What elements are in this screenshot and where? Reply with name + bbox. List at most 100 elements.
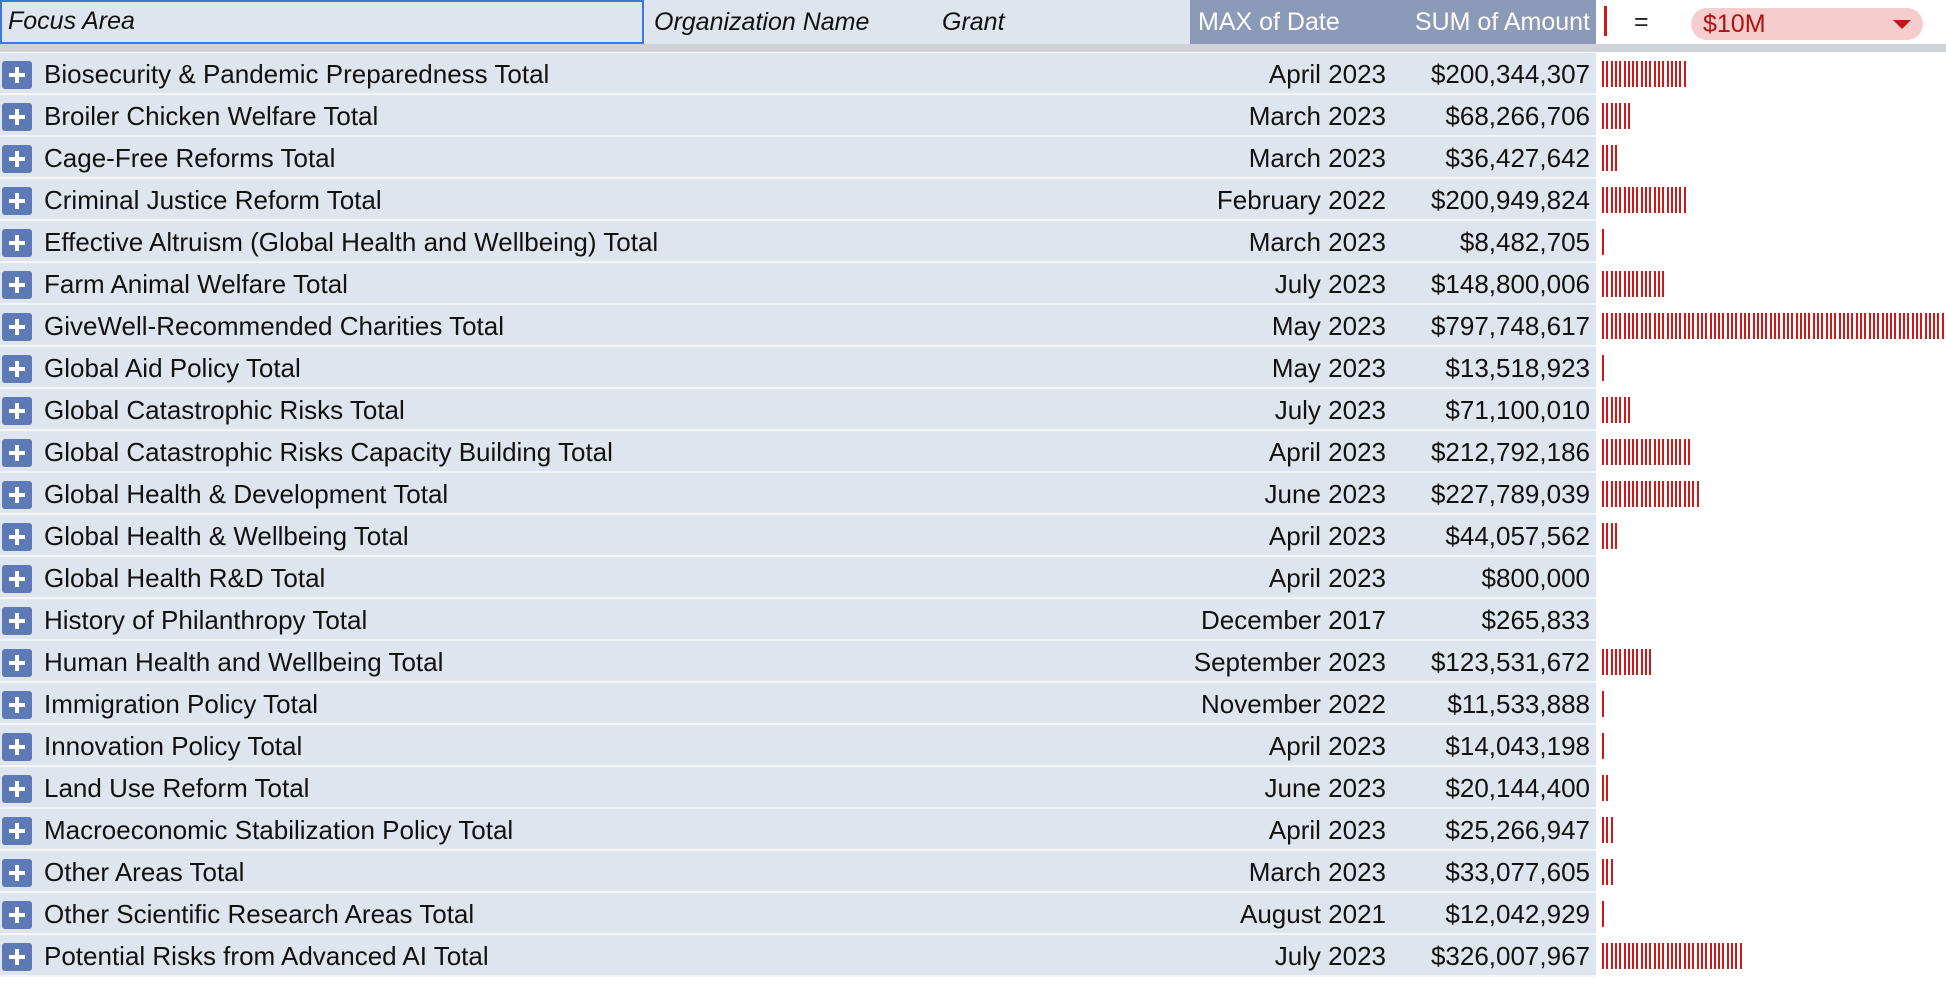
- focus-area-label[interactable]: Farm Animal Welfare Total: [44, 263, 348, 305]
- expand-plus-icon[interactable]: [2, 313, 32, 341]
- sum-amount-cell[interactable]: $14,043,198: [1390, 725, 1590, 767]
- expand-plus-icon[interactable]: [2, 145, 32, 173]
- sum-amount-cell[interactable]: $71,100,010: [1390, 389, 1590, 431]
- sparkline-tick: [1640, 271, 1643, 297]
- sum-amount-cell[interactable]: $212,792,186: [1390, 431, 1590, 473]
- expand-plus-icon[interactable]: [2, 817, 32, 845]
- focus-area-label[interactable]: GiveWell-Recommended Charities Total: [44, 305, 504, 347]
- expand-plus-icon[interactable]: [2, 61, 32, 89]
- max-date-cell[interactable]: February 2022: [1190, 179, 1386, 221]
- max-date-cell[interactable]: March 2023: [1190, 851, 1386, 893]
- sum-amount-cell[interactable]: $797,748,617: [1390, 305, 1590, 347]
- max-date-cell[interactable]: June 2023: [1190, 767, 1386, 809]
- focus-area-label[interactable]: Global Aid Policy Total: [44, 347, 301, 389]
- table-row: GiveWell-Recommended Charities Total May …: [0, 305, 1946, 347]
- expand-plus-icon[interactable]: [2, 859, 32, 887]
- sum-amount-cell[interactable]: $25,266,947: [1390, 809, 1590, 851]
- expand-plus-icon[interactable]: [2, 607, 32, 635]
- sum-amount-cell[interactable]: $800,000: [1390, 557, 1590, 599]
- sum-amount-cell[interactable]: $11,533,888: [1390, 683, 1590, 725]
- focus-area-label[interactable]: Other Areas Total: [44, 851, 244, 893]
- max-of-date-header[interactable]: MAX of Date: [1190, 0, 1388, 44]
- expand-plus-icon[interactable]: [2, 649, 32, 677]
- grant-header[interactable]: Grant: [930, 0, 1190, 44]
- max-date-cell[interactable]: April 2023: [1190, 809, 1386, 851]
- sum-of-amount-header[interactable]: SUM of Amount: [1388, 0, 1596, 44]
- sum-amount-cell[interactable]: $36,427,642: [1390, 137, 1590, 179]
- expand-plus-icon[interactable]: [2, 943, 32, 971]
- focus-area-label[interactable]: Global Health & Wellbeing Total: [44, 515, 409, 557]
- max-date-cell[interactable]: September 2023: [1190, 641, 1386, 683]
- focus-area-label[interactable]: Human Health and Wellbeing Total: [44, 641, 443, 683]
- focus-area-label[interactable]: Global Catastrophic Risks Total: [44, 389, 405, 431]
- scale-dropdown[interactable]: $10M: [1691, 8, 1923, 40]
- sparkline-tick: [1670, 61, 1673, 87]
- max-date-cell[interactable]: August 2021: [1190, 893, 1386, 935]
- sum-amount-cell[interactable]: $200,344,307: [1390, 53, 1590, 95]
- focus-area-label[interactable]: History of Philanthropy Total: [44, 599, 367, 641]
- expand-plus-icon[interactable]: [2, 355, 32, 383]
- expand-plus-icon[interactable]: [2, 397, 32, 425]
- focus-area-label[interactable]: Biosecurity & Pandemic Preparedness Tota…: [44, 53, 549, 95]
- sum-amount-cell[interactable]: $33,077,605: [1390, 851, 1590, 893]
- max-date-cell[interactable]: March 2023: [1190, 95, 1386, 137]
- amount-sparkline: [1602, 355, 1946, 381]
- max-date-cell[interactable]: December 2017: [1190, 599, 1386, 641]
- max-date-cell[interactable]: March 2023: [1190, 221, 1386, 263]
- max-date-cell[interactable]: July 2023: [1190, 389, 1386, 431]
- sum-amount-cell[interactable]: $68,266,706: [1390, 95, 1590, 137]
- sum-amount-cell[interactable]: $20,144,400: [1390, 767, 1590, 809]
- expand-plus-icon[interactable]: [2, 103, 32, 131]
- expand-plus-icon[interactable]: [2, 901, 32, 929]
- expand-plus-icon[interactable]: [2, 271, 32, 299]
- expand-plus-icon[interactable]: [2, 187, 32, 215]
- organization-name-header[interactable]: Organization Name: [644, 0, 944, 44]
- expand-plus-icon[interactable]: [2, 565, 32, 593]
- max-date-cell[interactable]: April 2023: [1190, 557, 1386, 599]
- max-date-cell[interactable]: April 2023: [1190, 53, 1386, 95]
- focus-area-label[interactable]: Global Health & Development Total: [44, 473, 448, 515]
- focus-area-label[interactable]: Immigration Policy Total: [44, 683, 318, 725]
- focus-area-label[interactable]: Innovation Policy Total: [44, 725, 302, 767]
- expand-plus-icon[interactable]: [2, 481, 32, 509]
- focus-area-label[interactable]: Global Health R&D Total: [44, 557, 325, 599]
- sum-amount-cell[interactable]: $265,833: [1390, 599, 1590, 641]
- expand-plus-icon[interactable]: [2, 229, 32, 257]
- focus-area-label[interactable]: Global Catastrophic Risks Capacity Build…: [44, 431, 613, 473]
- max-date-cell[interactable]: July 2023: [1190, 263, 1386, 305]
- caret-down-icon[interactable]: [1893, 20, 1911, 29]
- sum-amount-cell[interactable]: $13,518,923: [1390, 347, 1590, 389]
- expand-plus-icon[interactable]: [2, 523, 32, 551]
- sum-amount-cell[interactable]: $123,531,672: [1390, 641, 1590, 683]
- focus-area-label[interactable]: Potential Risks from Advanced AI Total: [44, 935, 489, 977]
- max-date-cell[interactable]: April 2023: [1190, 725, 1386, 767]
- max-date-cell[interactable]: June 2023: [1190, 473, 1386, 515]
- sum-amount-cell[interactable]: $326,007,967: [1390, 935, 1590, 977]
- sum-amount-cell[interactable]: $148,800,006: [1390, 263, 1590, 305]
- sum-amount-cell[interactable]: $8,482,705: [1390, 221, 1590, 263]
- max-date-cell[interactable]: May 2023: [1190, 305, 1386, 347]
- max-date-cell[interactable]: July 2023: [1190, 935, 1386, 977]
- focus-area-label[interactable]: Criminal Justice Reform Total: [44, 179, 382, 221]
- focus-area-label[interactable]: Effective Altruism (Global Health and We…: [44, 221, 658, 263]
- sum-amount-cell[interactable]: $12,042,929: [1390, 893, 1590, 935]
- expand-plus-icon[interactable]: [2, 691, 32, 719]
- focus-area-label[interactable]: Broiler Chicken Welfare Total: [44, 95, 378, 137]
- sum-amount-cell[interactable]: $227,789,039: [1390, 473, 1590, 515]
- expand-plus-icon[interactable]: [2, 733, 32, 761]
- focus-area-label[interactable]: Other Scientific Research Areas Total: [44, 893, 474, 935]
- focus-area-label[interactable]: Macroeconomic Stabilization Policy Total: [44, 809, 513, 851]
- expand-plus-icon[interactable]: [2, 775, 32, 803]
- sum-amount-cell[interactable]: $44,057,562: [1390, 515, 1590, 557]
- sparkline-tick: [1679, 943, 1682, 969]
- max-date-cell[interactable]: April 2023: [1190, 431, 1386, 473]
- max-date-cell[interactable]: May 2023: [1190, 347, 1386, 389]
- focus-area-header[interactable]: Focus Area: [0, 0, 644, 44]
- focus-area-label[interactable]: Land Use Reform Total: [44, 767, 309, 809]
- expand-plus-icon[interactable]: [2, 439, 32, 467]
- max-date-cell[interactable]: November 2022: [1190, 683, 1386, 725]
- max-date-cell[interactable]: March 2023: [1190, 137, 1386, 179]
- focus-area-label[interactable]: Cage-Free Reforms Total: [44, 137, 335, 179]
- sum-amount-cell[interactable]: $200,949,824: [1390, 179, 1590, 221]
- max-date-cell[interactable]: April 2023: [1190, 515, 1386, 557]
